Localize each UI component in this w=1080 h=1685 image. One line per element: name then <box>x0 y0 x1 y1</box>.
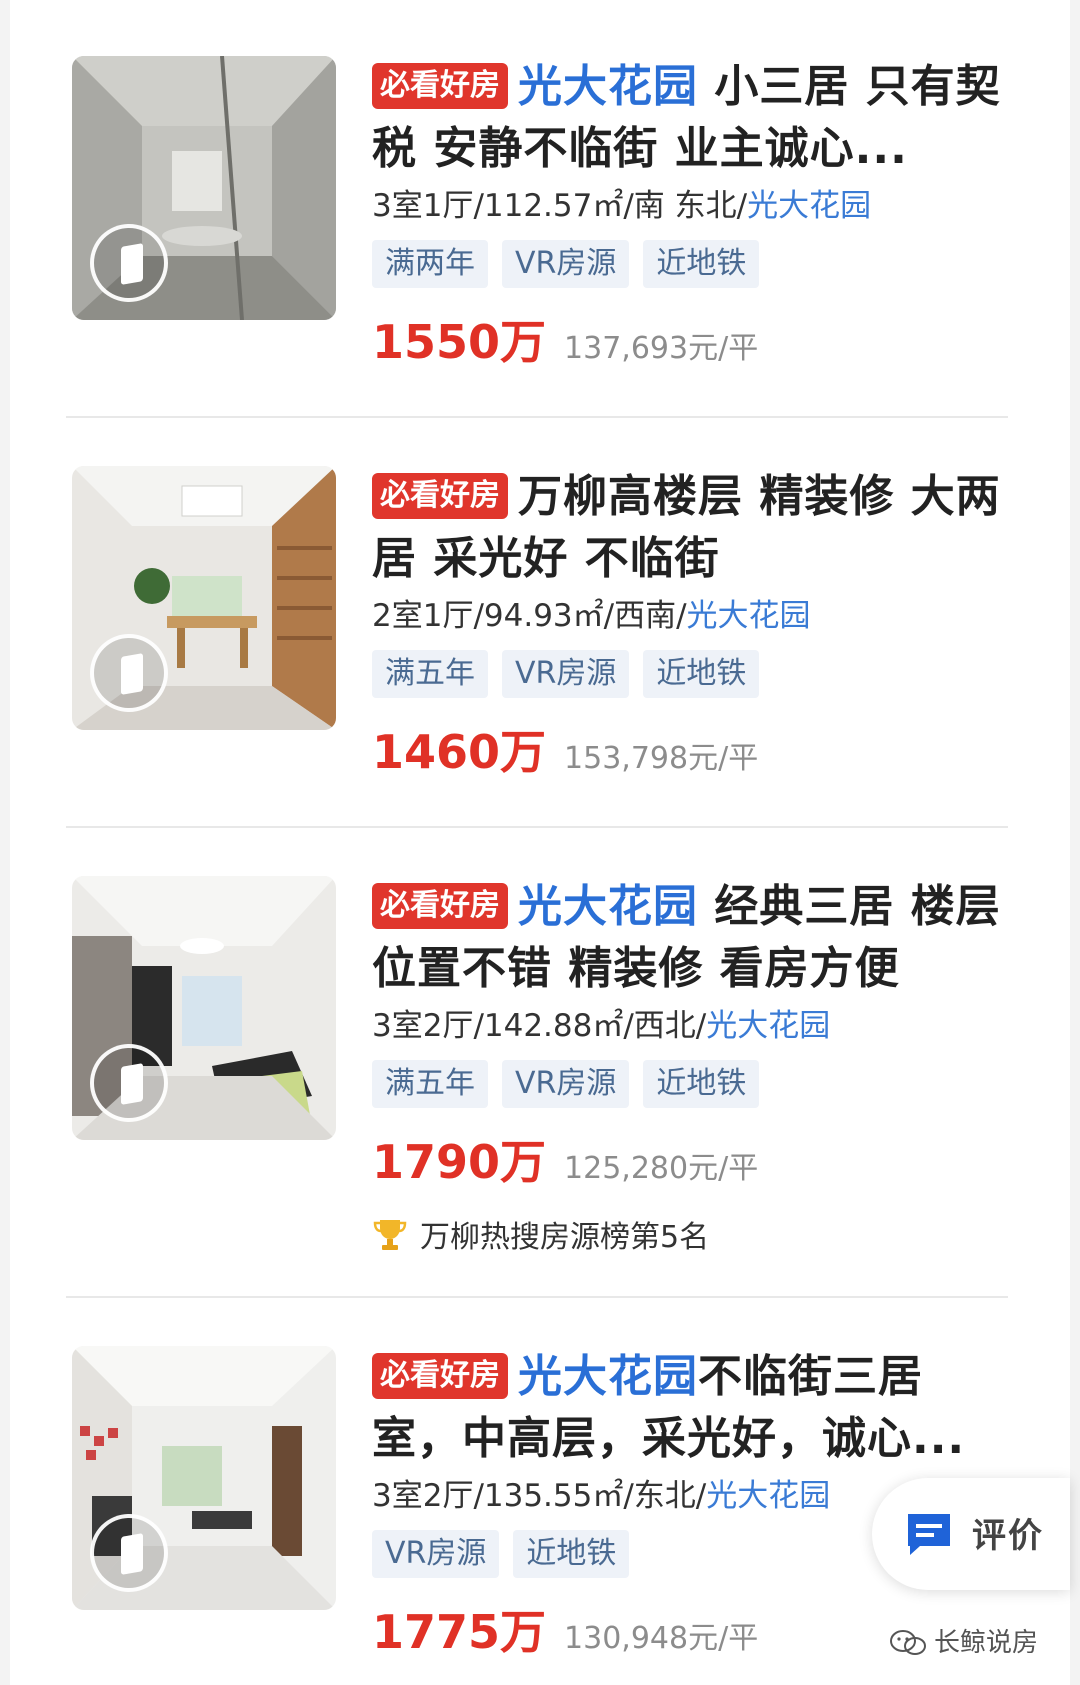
vr-360-icon <box>90 634 168 712</box>
community-link[interactable]: 光大花园 <box>706 1478 830 1514</box>
listing-title[interactable]: 必看好房 光大花园不临街三居室，中高层，采光好，诚心... <box>372 1346 1012 1470</box>
must-see-badge: 必看好房 <box>372 1353 508 1399</box>
tag: 近地铁 <box>643 240 760 288</box>
tag: 近地铁 <box>643 650 760 698</box>
price-row: 1790万 125,280元/平 <box>372 1126 1012 1192</box>
evaluate-button[interactable]: 评价 <box>872 1478 1070 1590</box>
listing-photo[interactable] <box>72 466 336 730</box>
vr-360-icon <box>90 1514 168 1592</box>
must-see-badge: 必看好房 <box>372 63 508 109</box>
tag: VR房源 <box>502 650 630 698</box>
rank-text: 万柳热搜房源榜第5名 <box>420 1220 710 1255</box>
hot-search-rank[interactable]: 万柳热搜房源榜第5名 <box>372 1212 1012 1256</box>
community-link[interactable]: 光大花园 <box>687 598 811 634</box>
meta-layout-area: 3室2厅/135.55㎡/东北/ <box>372 1478 707 1514</box>
listing-photo[interactable] <box>72 1346 336 1610</box>
must-see-badge: 必看好房 <box>372 883 508 929</box>
total-price: 1460万 <box>372 725 547 779</box>
tag-list: 满五年 VR房源 近地铁 <box>372 1060 1012 1108</box>
watermark-text: 长鲸说房 <box>934 1628 1039 1658</box>
community-name: 光大花园 <box>518 61 698 112</box>
listing-title[interactable]: 必看好房 万柳高楼层 精装修 大两居 采光好 不临街 <box>372 466 1012 590</box>
listing-title[interactable]: 必看好房 光大花园 小三居 只有契税 安静不临街 业主诚心... <box>372 56 1012 180</box>
vr-360-icon <box>90 1044 168 1122</box>
listing-title[interactable]: 必看好房 光大花园 经典三居 楼层位置不错 精装修 看房方便 <box>372 876 1012 1000</box>
listing-photo[interactable] <box>72 876 336 1140</box>
unit-price: 130,948元/平 <box>564 1621 759 1656</box>
community-link[interactable]: 光大花园 <box>706 1008 830 1044</box>
meta-layout-area: 2室1厅/94.93㎡/西南/ <box>372 598 687 634</box>
tag: 近地铁 <box>643 1060 760 1108</box>
unit-price: 125,280元/平 <box>564 1151 759 1186</box>
price-row: 1550万 137,693元/平 <box>372 306 1012 372</box>
tag: 满五年 <box>372 650 488 698</box>
listing-meta: 3室1厅/112.57㎡/南 东北/光大花园 <box>372 186 1012 226</box>
community-link[interactable]: 光大花园 <box>747 188 871 224</box>
divider <box>66 1296 1008 1298</box>
comment-icon <box>904 1510 954 1558</box>
wechat-icon <box>888 1629 928 1657</box>
tag-list: 满五年 VR房源 近地铁 <box>372 650 1012 698</box>
divider <box>66 416 1008 418</box>
trophy-icon <box>372 1218 408 1252</box>
tag: 满五年 <box>372 1060 488 1108</box>
listing-meta: 3室2厅/142.88㎡/西北/光大花园 <box>372 1006 1012 1046</box>
listing-photo[interactable] <box>72 56 336 320</box>
divider <box>66 826 1008 828</box>
left-gutter <box>0 0 10 1685</box>
meta-layout-area: 3室2厅/142.88㎡/西北/ <box>372 1008 707 1044</box>
total-price: 1775万 <box>372 1605 547 1659</box>
total-price: 1790万 <box>372 1135 547 1189</box>
community-name: 光大花园 <box>518 881 698 932</box>
must-see-badge: 必看好房 <box>372 473 508 519</box>
tag-list: 满两年 VR房源 近地铁 <box>372 240 1012 288</box>
right-gutter <box>1070 0 1080 1685</box>
unit-price: 153,798元/平 <box>564 741 759 776</box>
tag: VR房源 <box>502 1060 630 1108</box>
tag: 满两年 <box>372 240 488 288</box>
unit-price: 137,693元/平 <box>564 331 759 366</box>
watermark: 长鲸说房 <box>888 1622 1038 1659</box>
tag: 近地铁 <box>513 1530 630 1578</box>
evaluate-label: 评价 <box>972 1516 1044 1556</box>
community-name: 光大花园 <box>518 1351 698 1402</box>
price-row: 1460万 153,798元/平 <box>372 716 1012 782</box>
total-price: 1550万 <box>372 315 547 369</box>
meta-layout-area: 3室1厅/112.57㎡/南 东北/ <box>372 188 748 224</box>
listing-meta: 2室1厅/94.93㎡/西南/光大花园 <box>372 596 1012 636</box>
tag: VR房源 <box>372 1530 500 1578</box>
vr-360-icon <box>90 224 168 302</box>
tag: VR房源 <box>502 240 630 288</box>
